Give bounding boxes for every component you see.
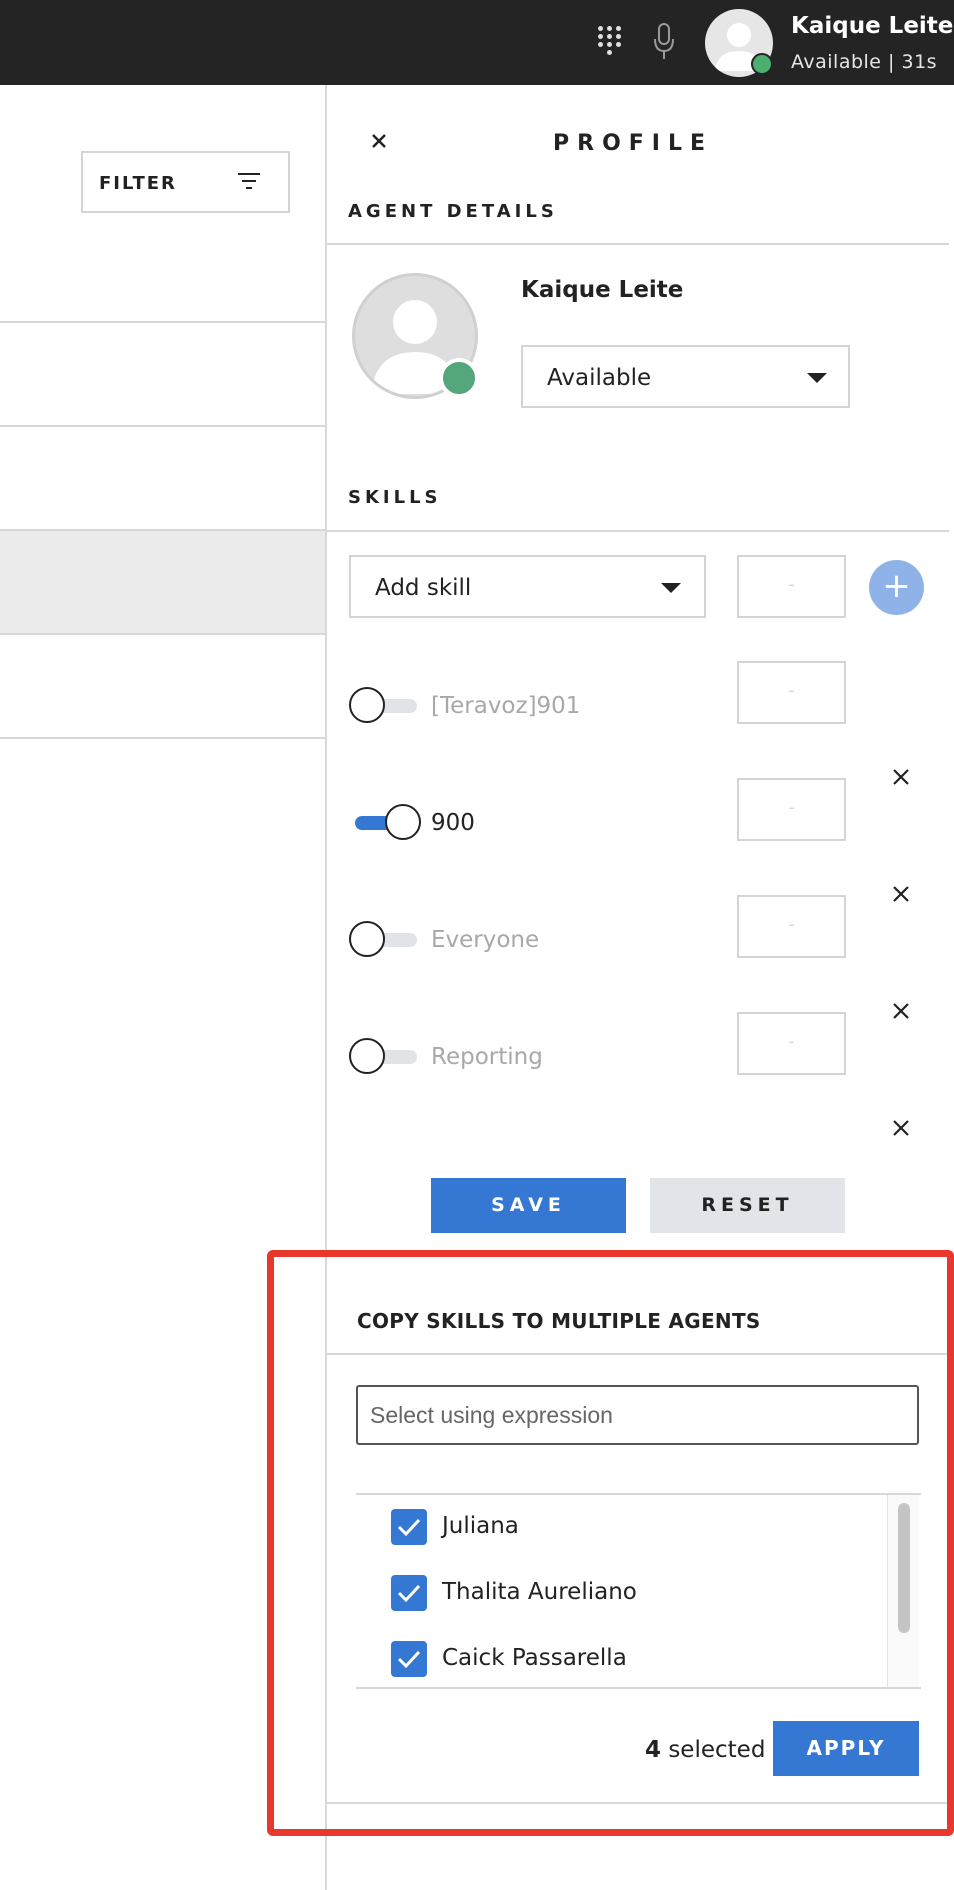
agent-details-heading: AGENT DETAILS — [348, 201, 558, 222]
level-placeholder: - — [788, 680, 795, 701]
add-skill-button[interactable]: + — [869, 560, 924, 615]
user-status: Available | 31s — [791, 51, 938, 73]
selected-suffix: selected — [661, 1737, 766, 1763]
expression-input[interactable] — [356, 1385, 919, 1445]
divider — [327, 1802, 949, 1804]
list-row[interactable] — [0, 323, 325, 427]
add-skill-dropdown[interactable]: Add skill — [349, 555, 706, 618]
dialpad-icon[interactable] — [598, 26, 624, 56]
divider — [327, 530, 949, 532]
profile-panel: PROFILE AGENT DETAILS Kaique Leite Avail… — [327, 85, 954, 1890]
skill-level-input[interactable]: - — [737, 895, 846, 958]
list-row-selected[interactable] — [0, 531, 325, 635]
online-status-dot — [751, 53, 773, 75]
skill-toggle[interactable] — [349, 804, 421, 840]
skill-level-input[interactable]: - — [737, 1012, 846, 1075]
skill-toggle[interactable] — [349, 1038, 421, 1074]
save-button[interactable]: SAVE — [431, 1178, 626, 1233]
microphone-icon[interactable] — [652, 22, 676, 62]
skill-level-input[interactable]: - — [737, 555, 846, 618]
selected-number: 4 — [645, 1737, 662, 1763]
remove-skill-icon[interactable] — [891, 1001, 911, 1021]
list-item[interactable]: Juliana — [356, 1505, 886, 1549]
remove-skill-icon[interactable] — [891, 1118, 911, 1138]
agent-checklist: Juliana Thalita Aureliano Caick Passarel… — [356, 1493, 921, 1689]
checkbox-checked[interactable] — [391, 1641, 427, 1677]
top-bar: Kaique Leite Available | 31s — [0, 0, 954, 85]
check-icon — [397, 1518, 421, 1537]
status-dropdown[interactable]: Available — [521, 345, 850, 408]
user-name: Kaique Leite — [791, 13, 954, 39]
checkbox-checked[interactable] — [391, 1509, 427, 1545]
skill-toggle[interactable] — [349, 921, 421, 957]
list-row — [0, 85, 325, 323]
level-placeholder: - — [788, 1031, 795, 1052]
skill-level-input[interactable]: - — [737, 661, 846, 724]
list-row[interactable] — [0, 427, 325, 531]
list-item[interactable]: Caick Passarella — [356, 1637, 886, 1681]
scrollbar[interactable] — [887, 1495, 919, 1687]
chevron-down-icon — [661, 583, 681, 593]
selected-count: 4 selected — [645, 1737, 765, 1763]
chevron-down-icon — [807, 373, 827, 383]
skill-name: [Teravoz]901 — [431, 693, 581, 719]
apply-button[interactable]: APPLY — [773, 1721, 919, 1776]
agent-name: Caick Passarella — [442, 1645, 627, 1671]
check-icon — [397, 1584, 421, 1603]
level-placeholder: - — [788, 797, 795, 818]
list-item[interactable]: Thalita Aureliano — [356, 1571, 886, 1615]
agent-name: Kaique Leite — [521, 277, 684, 303]
add-skill-label: Add skill — [375, 575, 472, 601]
skill-level-input[interactable]: - — [737, 778, 846, 841]
remove-skill-icon[interactable] — [891, 884, 911, 904]
check-icon — [397, 1650, 421, 1669]
skill-name: Reporting — [431, 1044, 543, 1070]
level-placeholder: - — [788, 914, 795, 935]
status-value: Available — [547, 365, 652, 391]
copy-skills-heading: COPY SKILLS TO MULTIPLE AGENTS — [357, 1309, 761, 1333]
agent-name: Juliana — [442, 1513, 519, 1539]
skill-toggle[interactable] — [349, 687, 421, 723]
panel-title: PROFILE — [553, 131, 714, 156]
skill-name: 900 — [431, 810, 475, 836]
online-status-dot — [439, 358, 479, 398]
scrollbar-thumb[interactable] — [898, 1503, 910, 1633]
divider — [327, 1353, 949, 1355]
level-placeholder: - — [788, 574, 795, 595]
agent-list-column: FILTER — [0, 85, 325, 1890]
skills-heading: SKILLS — [348, 487, 442, 508]
checkbox-checked[interactable] — [391, 1575, 427, 1611]
skill-name: Everyone — [431, 927, 540, 953]
reset-button[interactable]: RESET — [650, 1178, 845, 1233]
divider — [327, 243, 949, 245]
list-row[interactable] — [0, 635, 325, 739]
remove-skill-icon[interactable] — [891, 767, 911, 787]
agent-name: Thalita Aureliano — [442, 1579, 637, 1605]
